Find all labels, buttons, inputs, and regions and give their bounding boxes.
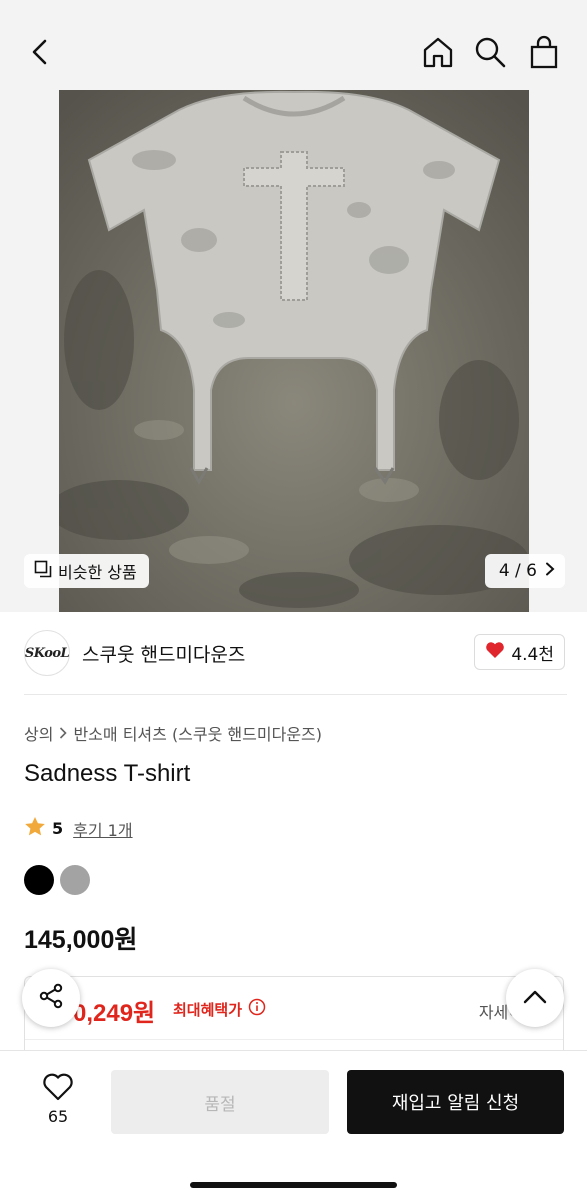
soldout-button[interactable]: 품절 [111, 1070, 329, 1134]
image-pager[interactable]: 4 / 6 [484, 554, 565, 588]
color-swatch-gray[interactable] [60, 865, 90, 895]
share-icon [38, 983, 64, 1013]
shop-row[interactable]: SKooL 스쿠웃 핸드미다운즈 4.4천 [0, 612, 587, 694]
product-photo[interactable] [59, 90, 529, 612]
wishlist-count: 65 [47, 1107, 69, 1126]
chevron-up-icon [523, 989, 547, 1008]
product-image-gallery[interactable]: 비슷한 상품 4 / 6 [0, 0, 587, 612]
similar-items-button[interactable]: 비슷한 상품 [24, 554, 149, 588]
product-price: 145,000원 [24, 926, 138, 954]
rating-score: 5 [52, 819, 64, 838]
similar-items-icon [34, 560, 52, 582]
shop-logo[interactable]: SKooL [24, 630, 70, 676]
home-icon[interactable] [420, 34, 456, 70]
bottom-action-bar: 65 품절 재입고 알림 신청 [0, 1050, 587, 1200]
shop-like-button[interactable]: 4.4천 [474, 634, 565, 670]
max-benefit-price: 0,249원 [73, 1000, 156, 1027]
max-benefit-label-text: 최대혜택가 [173, 1000, 243, 1019]
share-button[interactable] [22, 969, 80, 1027]
breadcrumb[interactable]: 상의 반소매 티셔츠 (스쿠웃 핸드미다운즈) [24, 721, 322, 745]
shop-like-count: 4.4천 [511, 644, 554, 665]
breadcrumb-subcategory[interactable]: 반소매 티셔츠 (스쿠웃 핸드미다운즈) [73, 721, 322, 745]
heart-icon [485, 641, 505, 664]
chevron-right-icon [545, 561, 555, 581]
max-benefit-label: 최대혜택가 [173, 998, 266, 1020]
chevron-right-icon [59, 724, 68, 743]
top-navigation-bar [0, 22, 587, 82]
color-swatch-black[interactable] [24, 865, 54, 895]
star-icon [24, 816, 46, 841]
scroll-top-button[interactable] [506, 969, 564, 1027]
back-icon[interactable] [22, 34, 58, 70]
shop-name[interactable]: 스쿠웃 핸드미다운즈 [82, 640, 245, 667]
divider [25, 1039, 563, 1040]
info-icon[interactable] [248, 998, 266, 1020]
pager-text: 4 / 6 [498, 561, 537, 581]
similar-items-label: 비슷한 상품 [58, 563, 137, 582]
shopping-bag-icon[interactable] [526, 34, 562, 70]
product-title: Sadness T-shirt [24, 760, 191, 787]
divider [24, 694, 567, 695]
wishlist-button[interactable]: 65 [28, 1073, 88, 1126]
breadcrumb-category[interactable]: 상의 [24, 721, 53, 745]
restock-alert-button[interactable]: 재입고 알림 신청 [347, 1070, 564, 1134]
heart-outline-icon [42, 1073, 74, 1105]
review-link[interactable]: 후기 1개 [73, 817, 132, 841]
color-swatches [24, 865, 90, 895]
search-icon[interactable] [472, 34, 508, 70]
rating-row[interactable]: 5 후기 1개 [24, 816, 133, 841]
home-indicator [190, 1182, 397, 1188]
